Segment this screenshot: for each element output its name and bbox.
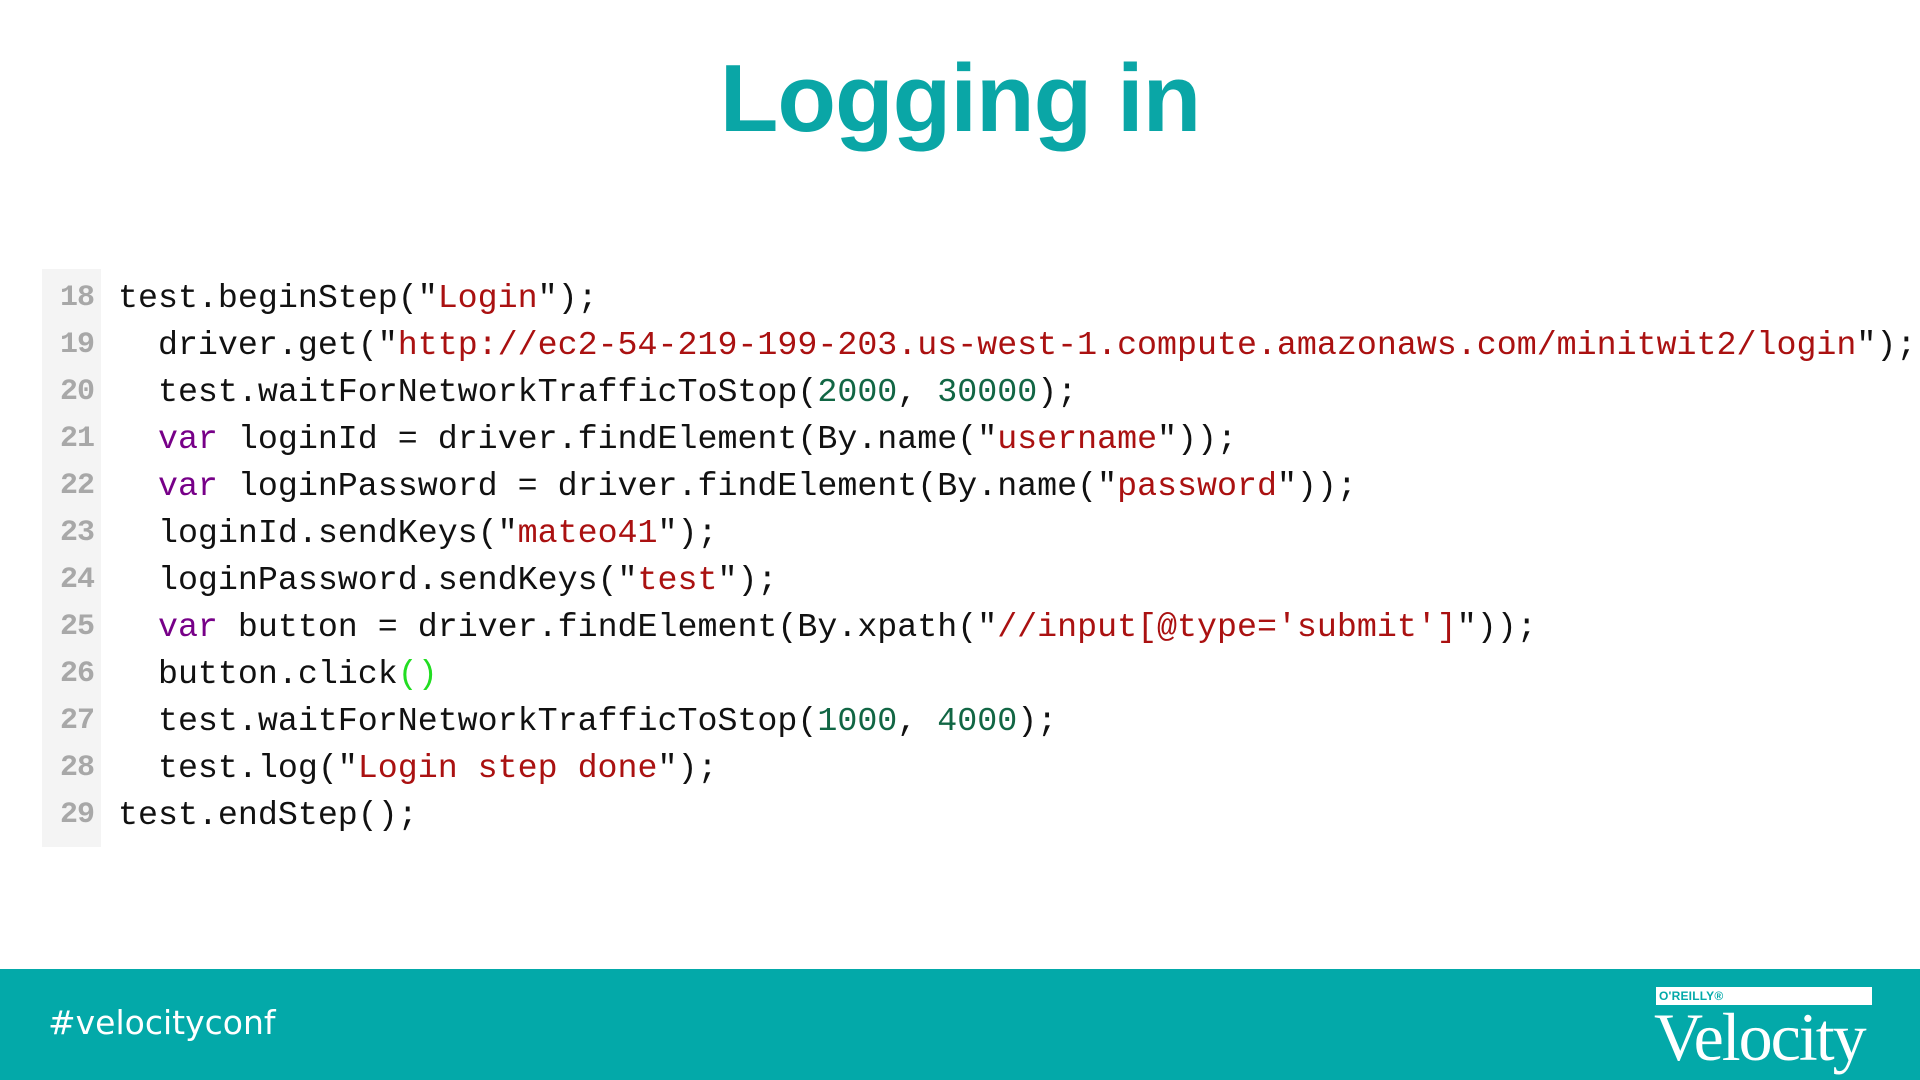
keyword-token: var [157,420,218,458]
number-token: 30000 [937,373,1038,411]
line-number: 19 [59,328,95,362]
conference-hashtag: #velocityconf [48,1003,276,1042]
string-token: Login step done [357,749,658,787]
code-text: test.waitForNetworkTrafficToStop(2000, 3… [118,369,1077,416]
code-token: "); [657,749,718,787]
code-text: var loginPassword = driver.findElement(B… [118,463,1357,510]
slide: Logging in 18 test.beginStep("Login"); 19 … [0,0,1920,1080]
code-token: button = driver.findElement(By.xpath(" [217,608,998,646]
code-token: ")); [1456,608,1537,646]
code-line: 21 var loginId = driver.findElement(By.n… [42,416,1920,463]
code-token: button.click [118,655,398,693]
matched-bracket-token: () [397,655,438,693]
string-token: username [997,420,1158,458]
line-number: 26 [59,657,95,691]
code-text: test.endStep(); [118,792,418,839]
number-token: 4000 [937,702,1018,740]
code-token: test.waitForNetworkTrafficToStop( [118,373,818,411]
code-token: ); [1017,702,1058,740]
keyword-token: var [157,467,218,505]
code-line: 18 test.beginStep("Login"); [42,275,1920,322]
code-line: 25 var button = driver.findElement(By.xp… [42,604,1920,651]
code-line: 20 test.waitForNetworkTrafficToStop(2000… [42,369,1920,416]
code-line: 22 var loginPassword = driver.findElemen… [42,463,1920,510]
code-token: loginId.sendKeys(" [118,514,518,552]
code-token: test.endStep(); [118,796,418,834]
number-token: 2000 [817,373,898,411]
string-token: mateo41 [517,514,658,552]
code-token: ")); [1157,420,1237,458]
code-line: 26 button.click() [42,651,1920,698]
code-token: , [897,373,938,411]
code-text: var loginId = driver.findElement(By.name… [118,416,1237,463]
line-number: 24 [59,563,95,597]
code-lines: 18 test.beginStep("Login"); 19 driver.get(… [42,275,1920,839]
code-text: var button = driver.findElement(By.xpath… [118,604,1537,651]
keyword-token: var [157,608,218,646]
code-text: test.log("Login step done"); [118,745,718,792]
code-token: test.waitForNetworkTrafficToStop( [118,702,818,740]
code-line: 28 test.log("Login step done"); [42,745,1920,792]
code-token: "); [537,279,598,317]
string-token: Login [437,279,538,317]
line-number: 28 [59,751,95,785]
line-number: 21 [59,422,95,456]
line-number: 29 [59,798,95,832]
code-token: loginId = driver.findElement(By.name(" [217,420,998,458]
code-token: test.beginStep(" [118,279,438,317]
line-number: 22 [59,469,95,503]
code-text: loginId.sendKeys("mateo41"); [118,510,718,557]
code-token: "); [657,514,718,552]
code-token: loginPassword.sendKeys(" [118,561,638,599]
code-editor: 18 test.beginStep("Login"); 19 driver.get(… [42,269,1920,847]
code-text: test.waitForNetworkTrafficToStop(1000, 4… [118,698,1057,745]
code-text: driver.get("http://ec2-54-219-199-203.us… [118,322,1916,369]
string-token: http://ec2-54-219-199-203.us-west-1.comp… [397,326,1857,364]
line-number: 27 [59,704,95,738]
code-token: "); [1856,326,1917,364]
code-token: , [897,702,938,740]
code-text: test.beginStep("Login"); [118,275,598,322]
code-token: "); [717,561,778,599]
code-token: driver.get(" [118,326,398,364]
code-line: 23 loginId.sendKeys("mateo41"); [42,510,1920,557]
line-number: 25 [59,610,95,644]
line-number: 20 [59,375,95,409]
footer-bar: #velocityconf O'REILLY® Velocity [0,969,1920,1080]
velocity-wordmark: Velocity [1654,999,1867,1075]
code-token: ); [1037,373,1078,411]
code-text: loginPassword.sendKeys("test"); [118,557,777,604]
string-token: test [637,561,718,599]
line-number: 18 [59,281,95,315]
string-token: password [1117,467,1277,505]
code-token: test.log(" [118,749,358,787]
code-line: 27 test.waitForNetworkTrafficToStop(1000… [42,698,1920,745]
number-token: 1000 [817,702,898,740]
string-token: //input[@type='submit'] [997,608,1457,646]
slide-title: Logging in [719,45,1202,152]
code-text: button.click() [118,651,438,698]
code-line: 29 test.endStep(); [42,792,1920,839]
code-line: 19 driver.get("http://ec2-54-219-199-203… [42,322,1920,369]
code-token: loginPassword = driver.findElement(By.na… [217,467,1118,505]
code-token: ")); [1276,467,1357,505]
code-line: 24 loginPassword.sendKeys("test"); [42,557,1920,604]
velocity-logo: O'REILLY® Velocity [1654,987,1872,1077]
line-number: 23 [59,516,95,550]
